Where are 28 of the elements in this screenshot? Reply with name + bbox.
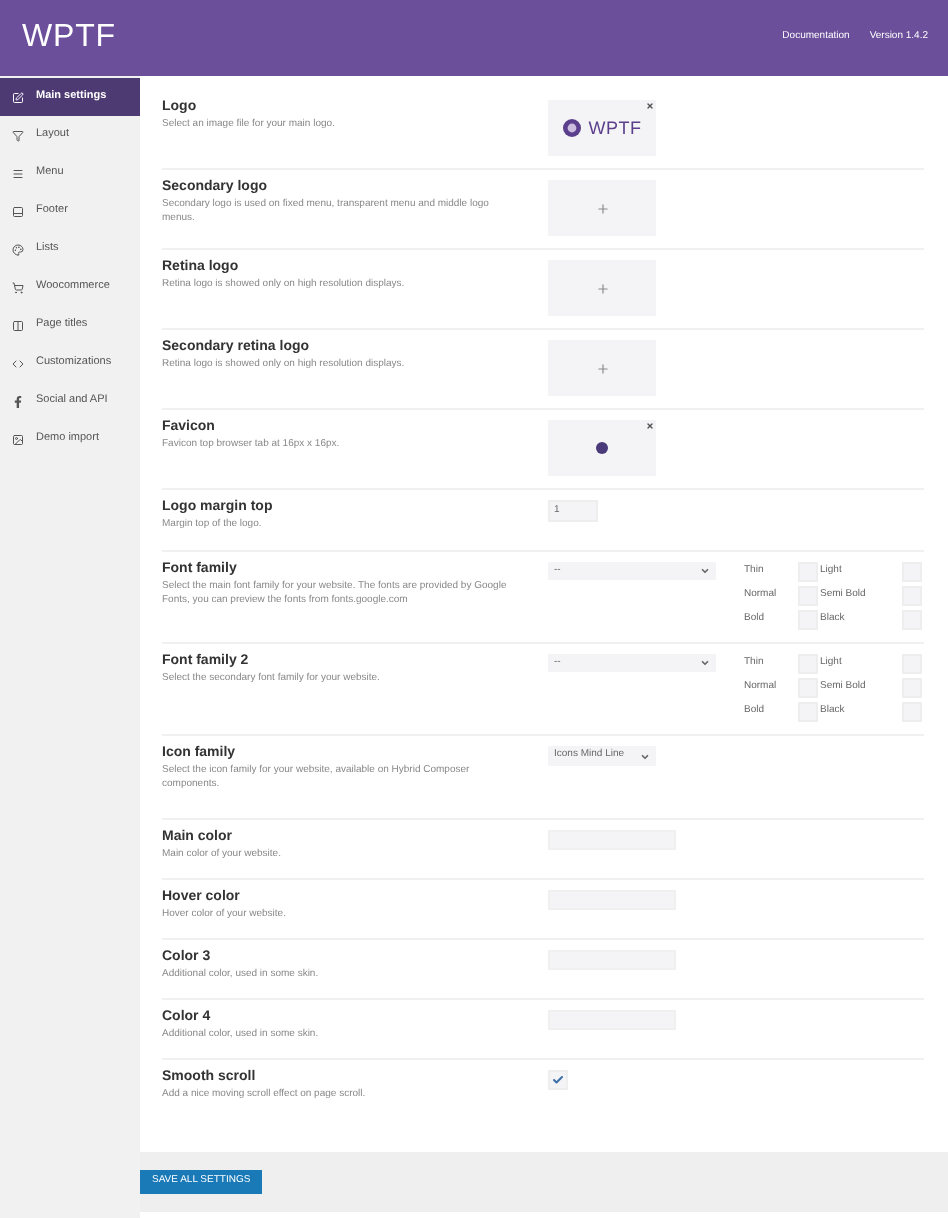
check-icon [552,1074,564,1086]
image-uploader[interactable] [548,180,656,236]
favicon-icon [596,442,608,454]
add-icon[interactable] [595,201,609,215]
remove-icon[interactable] [646,422,654,430]
checkbox[interactable] [548,1070,568,1090]
filter-icon [12,129,24,141]
image-icon [12,433,24,445]
image-uploader[interactable] [548,340,656,396]
image-uploader[interactable] [548,260,656,316]
code-icon [12,357,24,369]
facebook-icon [12,395,24,407]
menu-icon [12,167,24,179]
cart-icon [12,281,24,293]
edit-icon [12,91,24,103]
add-icon[interactable] [595,361,609,375]
panel-icon [12,205,24,217]
add-icon[interactable] [595,281,609,295]
chevron-down-icon [700,566,710,576]
remove-icon[interactable] [646,102,654,110]
brand-logo: WPTF [22,18,116,58]
chevron-down-icon [700,658,710,668]
logo-icon [562,118,583,138]
palette-icon [12,243,24,255]
image-uploader[interactable]: WPTF [548,100,656,156]
chevron-down-icon [640,751,650,761]
logo-text: WPTF [588,119,642,137]
columns-icon [12,319,24,331]
